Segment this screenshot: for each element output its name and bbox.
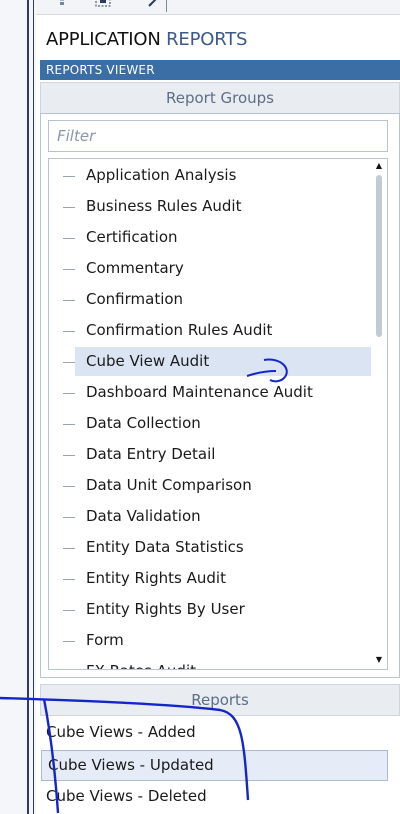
report-group-item[interactable]: Certification <box>75 223 371 252</box>
toolbar <box>36 0 400 15</box>
bulb-icon[interactable] <box>55 0 69 8</box>
reports-viewer-bar: REPORTS VIEWER <box>40 60 400 80</box>
tree-scrollbar[interactable]: ▲ ▼ <box>373 161 385 667</box>
tree-connector <box>63 362 75 363</box>
report-group-item[interactable]: Business Rules Audit <box>75 192 371 221</box>
report-group-item[interactable]: Data Collection <box>75 409 371 438</box>
report-group-item[interactable]: Form <box>75 626 371 655</box>
frame-divider <box>27 0 29 814</box>
report-group-item[interactable]: Data Entry Detail <box>75 440 371 469</box>
report-group-item[interactable]: FX Rates Audit <box>75 657 371 669</box>
tree-connector <box>63 269 75 270</box>
tree-connector <box>63 424 75 425</box>
scroll-thumb[interactable] <box>376 175 382 337</box>
report-item[interactable]: Cube Views - Updated <box>41 750 388 781</box>
report-group-item[interactable]: Entity Rights Audit <box>75 564 371 593</box>
report-item[interactable]: Cube Views - Added <box>40 718 388 747</box>
scroll-up-icon[interactable]: ▲ <box>373 161 385 171</box>
page-title: APPLICATION REPORTS <box>46 29 247 50</box>
tree-connector <box>63 393 75 394</box>
page-title-part1: APPLICATION <box>46 29 161 50</box>
report-item[interactable]: Cube Views - Deleted <box>40 782 388 811</box>
frame-divider-inner <box>33 0 34 814</box>
report-group-item[interactable]: Data Validation <box>75 502 371 531</box>
report-group-item[interactable]: Entity Data Statistics <box>75 533 371 562</box>
tree-connector <box>63 641 75 642</box>
filter-input[interactable]: Filter <box>48 120 388 152</box>
reports-list: Cube Views - Added Cube Views - Updated Cu… <box>40 716 398 814</box>
tree-connector <box>63 548 75 549</box>
tree-connector <box>63 610 75 611</box>
tree-connector <box>63 300 75 301</box>
left-frame <box>0 0 36 814</box>
toolbar-separator <box>166 0 167 12</box>
report-group-item[interactable]: Entity Rights By User <box>75 595 371 624</box>
tree-connector <box>63 207 75 208</box>
report-group-item[interactable]: Commentary <box>75 254 371 283</box>
report-group-item[interactable]: Data Unit Comparison <box>75 471 371 500</box>
grid-select-icon[interactable] <box>95 0 111 8</box>
scroll-down-icon[interactable]: ▼ <box>373 655 385 665</box>
report-groups-header: Report Groups <box>40 82 400 114</box>
tree-connector <box>63 579 75 580</box>
tree-connector <box>63 238 75 239</box>
report-groups-tree: Application Analysis Business Rules Audit… <box>48 158 388 670</box>
report-group-item[interactable]: Application Analysis <box>75 161 371 190</box>
report-group-item[interactable]: Confirmation Rules Audit <box>75 316 371 345</box>
report-group-item[interactable]: Dashboard Maintenance Audit <box>75 378 371 407</box>
report-group-item[interactable]: Cube View Audit <box>75 347 371 376</box>
tree-connector <box>63 486 75 487</box>
tree-connector <box>63 176 75 177</box>
tree-connector <box>63 455 75 456</box>
pencil-icon[interactable] <box>148 0 162 8</box>
page-title-part2: REPORTS <box>166 29 248 50</box>
tree-connector <box>63 331 75 332</box>
report-group-item[interactable]: Confirmation <box>75 285 371 314</box>
tree-connector <box>63 517 75 518</box>
reports-header: Reports <box>40 684 400 716</box>
